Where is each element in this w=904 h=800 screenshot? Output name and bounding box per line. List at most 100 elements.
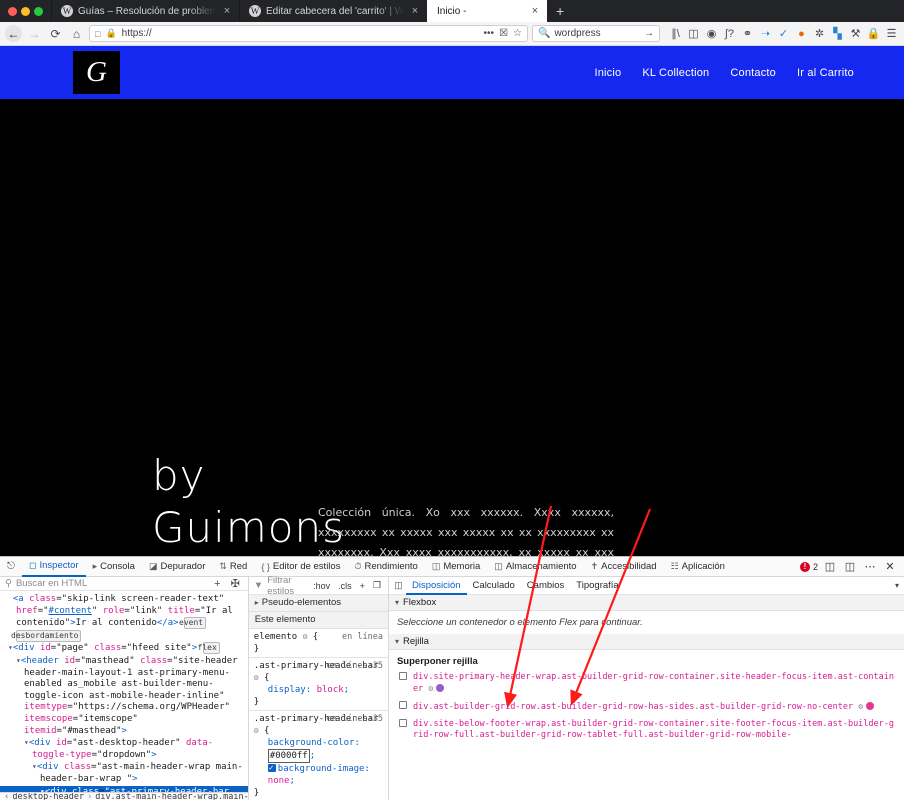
grid-overlay-item[interactable]: div.site-below-footer-wrap.ast-builder-g…	[389, 716, 904, 744]
stats-icon[interactable]: ▚	[830, 26, 845, 41]
css-rule[interactable]: en línea elemento ⚙ {}	[248, 629, 388, 658]
gear-icon[interactable]: ⚙	[254, 725, 259, 737]
search-bar[interactable]: 🔍 wordpress →	[532, 25, 660, 42]
back-icon[interactable]: ←	[5, 25, 22, 42]
devtools-tab-memory[interactable]: ◫ Memoria	[425, 557, 487, 577]
markup-node[interactable]: ▾<div class="ast-primary-header-bar ast-…	[0, 785, 248, 793]
devtools-tab-inspector[interactable]: ◻ Inspector	[22, 557, 86, 577]
new-tab-button[interactable]: +	[547, 0, 573, 22]
css-declaration[interactable]: background-color: #0000ff;	[254, 737, 383, 763]
css-declaration[interactable]: display: block;	[254, 684, 383, 696]
devtools-tab-storage[interactable]: ◫ Almacenamiento	[487, 557, 583, 577]
close-icon[interactable]: ×	[409, 5, 421, 17]
grid-overlay-checkbox[interactable]	[398, 719, 407, 727]
browser-tab-1[interactable]: W Guías – Resolución de problema ×	[51, 0, 239, 22]
rules-list[interactable]: ▸ Pseudo-elementos Este elemento en línea el…	[248, 595, 388, 800]
markup-search-input[interactable]: Buscar en HTML	[16, 578, 207, 589]
close-icon[interactable]: ×	[221, 5, 233, 17]
nav-item-contacto[interactable]: Contacto	[730, 67, 776, 79]
close-icon[interactable]: ×	[529, 5, 541, 17]
add-rule-button[interactable]: +	[358, 581, 367, 591]
rules-filter-input[interactable]: Filtrar estilos	[267, 575, 307, 597]
devtools-tab-application[interactable]: ☷ Aplicación	[664, 557, 732, 577]
grid-color-dot[interactable]	[866, 702, 875, 710]
site-logo[interactable]: G	[73, 51, 120, 94]
gear-icon[interactable]: ⚙	[428, 683, 433, 694]
markup-search-bar[interactable]: ⚲ Buscar en HTML + ✠	[0, 577, 248, 591]
devtools-tab-style-editor[interactable]: { } Editor de estilos	[254, 557, 347, 577]
search-input[interactable]: wordpress	[554, 28, 640, 39]
fire-icon[interactable]: ●	[794, 26, 809, 41]
rule-source[interactable]: en línea	[342, 631, 383, 643]
lock-ext-icon[interactable]: 🔒	[866, 26, 881, 41]
breadcrumb-item-0[interactable]: desktop-header	[12, 793, 84, 800]
declaration-checkbox[interactable]	[267, 762, 276, 774]
grid-section-header[interactable]: ▾ Rejilla	[388, 634, 904, 650]
hov-toggle[interactable]: :hov	[311, 581, 332, 591]
grid-overlay-list[interactable]: div.site-primary-header-wrap.ast-builder…	[389, 669, 904, 744]
search-go-icon[interactable]: →	[644, 28, 654, 39]
tools-icon[interactable]: ⚒	[848, 26, 863, 41]
gear-icon[interactable]: ⚙	[303, 631, 308, 643]
library-icon[interactable]: ∥\	[668, 26, 683, 41]
markup-node[interactable]: ▾<div class="ast-main-header-wrap main-h…	[0, 761, 248, 785]
home-icon[interactable]: ⌂	[68, 25, 85, 42]
chevron-down-icon[interactable]: ▾	[895, 581, 904, 590]
grid-overlay-item[interactable]: div.ast-builder-grid-row.ast-builder-gri…	[389, 698, 904, 716]
markup-node[interactable]: ▾<header id="masthead" class="site-heade…	[0, 655, 248, 737]
breadcrumb-prev-icon[interactable]: ‹	[4, 793, 9, 800]
tracking-protection-icon[interactable]: □	[95, 29, 100, 39]
sync-icon[interactable]: ✓	[776, 26, 791, 41]
css-rule[interactable]: en línea:35 .ast-primary-header-bar ⚙ {di…	[248, 658, 388, 711]
rule-source[interactable]: en línea:35	[327, 713, 383, 725]
devtools-tab-accessibility[interactable]: ✝ Accesibilidad	[584, 557, 664, 577]
reload-icon[interactable]: ⟳	[47, 25, 64, 42]
eyedropper-icon[interactable]: ✠	[228, 577, 243, 590]
grid-overlay-item[interactable]: div.site-primary-header-wrap.ast-builder…	[389, 669, 904, 698]
bookmark-star-icon[interactable]: ☆	[513, 28, 522, 39]
rule-selector[interactable]: elemento	[254, 632, 297, 642]
minimize-window-button[interactable]	[21, 6, 30, 16]
tab-calculado[interactable]: Calculado	[467, 577, 521, 595]
url-input[interactable]: https://	[122, 28, 479, 39]
devtools-tab-debugger[interactable]: ◪ Depurador	[142, 557, 212, 577]
devtools-tab-performance[interactable]: ⏱ Rendimiento	[347, 557, 424, 577]
markup-node[interactable]: ▾<div id="page" class="hfeed site"> flex	[0, 642, 248, 655]
add-node-button[interactable]: +	[211, 578, 223, 590]
markup-node[interactable]: ▾<a class="skip-link screen-reader-text"…	[0, 593, 248, 642]
nav-item-ir-al-carrito[interactable]: Ir al Carrito	[797, 67, 854, 79]
css-declaration[interactable]: background-image: none;	[254, 762, 383, 787]
cls-toggle[interactable]: .cls	[336, 581, 354, 591]
element-picker-icon[interactable]: ⎋	[0, 561, 22, 572]
maximize-window-button[interactable]	[34, 6, 43, 16]
gear-icon[interactable]: ⚙	[858, 701, 863, 712]
split-console-icon[interactable]: ◫	[842, 559, 858, 575]
error-count-badge[interactable]: ! 2	[799, 561, 818, 572]
breadcrumb-item-1[interactable]: div.ast-main-header-wrap.main-header-bar…	[95, 793, 248, 800]
devtools-tab-network[interactable]: ⇅ Red	[212, 557, 254, 577]
devtools-close-icon[interactable]: ✕	[882, 559, 898, 575]
app-menu-icon[interactable]: ☰	[884, 26, 899, 41]
gear-icon[interactable]: ⚙	[254, 672, 259, 684]
eyedropper-icon[interactable]: ➝	[758, 26, 773, 41]
devtools-more-icon[interactable]: ⋯	[862, 559, 878, 575]
page-actions-icon[interactable]: •••	[484, 28, 495, 39]
gear-ext-icon[interactable]: ✲	[812, 26, 827, 41]
tab-disposicion[interactable]: Disposición	[405, 577, 467, 595]
reader-mode-icon[interactable]: ☒	[499, 28, 508, 39]
sidebar-icon[interactable]: ◫	[686, 26, 701, 41]
pocket-icon[interactable]: ∫?	[722, 26, 737, 41]
flexbox-section-header[interactable]: ▾ Flexbox	[388, 595, 904, 611]
grid-overlay-checkbox[interactable]	[398, 672, 407, 680]
value-edit-field[interactable]: #0000ff	[267, 749, 310, 763]
pseudo-elements-header[interactable]: ▸ Pseudo-elementos	[248, 595, 388, 612]
grid-color-dot[interactable]	[436, 684, 445, 692]
forward-icon[interactable]: →	[26, 25, 43, 42]
css-rule[interactable]: en línea:35 .ast-primary-header-bar ⚙ {ba…	[249, 711, 388, 800]
responsive-design-icon[interactable]: ◫	[822, 559, 838, 575]
tab-tipografia[interactable]: Tipografía	[570, 577, 624, 595]
markup-node[interactable]: ▾<div id="ast-desktop-header" data-toggl…	[0, 737, 248, 761]
browser-tab-2[interactable]: W Editar cabecera del 'carrito' | W ×	[239, 0, 427, 22]
browser-tab-3[interactable]: Inicio - ×	[427, 0, 547, 22]
shield-ext-icon[interactable]: ⚭	[740, 26, 755, 41]
